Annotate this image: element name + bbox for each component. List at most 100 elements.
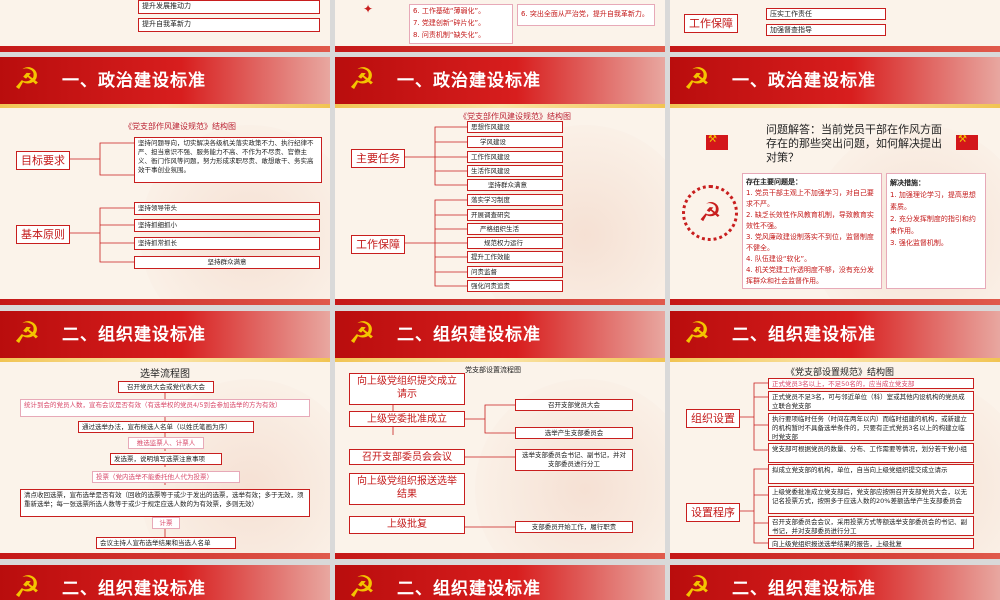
slide-election-flow[interactable]: ☭ 二、组织建设标准 选举流程图 召开党员大会或党代表大会 统计到会的党员人数，… [0, 311, 330, 559]
guarantee-2: 开展调查研究 [467, 209, 563, 221]
measure-1: 1. 加强理论学习，提高思想素质。 [890, 191, 976, 211]
slide-branch-setup-structure[interactable]: ☭ 二、组织建设标准 《党支部设置规范》结构图 组织设置 正式党员3名以上，不足… [670, 311, 1000, 559]
measure-3: 3. 强化监督机制。 [890, 239, 948, 247]
slide-title: 一、政治建设标准 [732, 71, 876, 91]
label-goal-requirements: 目标要求 [16, 151, 70, 170]
flow-step-4: 推选监票人、计票人 [128, 437, 204, 449]
procedure-4: 向上级党组织报送选举结果的报告，上级批复 [768, 538, 974, 549]
org-rule-2: 正式党员不足3名，可与邻近单位（科）室或其他内设机构的党员成立联合党支部 [768, 391, 974, 411]
measure-6: 6. 突出全面从严治党，提升自我革新力。 [521, 10, 649, 18]
guarantee-7: 强化问责追责 [467, 280, 563, 292]
guarantee-5: 提升工作效能 [467, 251, 563, 263]
slide-bottom-bar [670, 553, 1000, 559]
flow-step-5: 发选票，说明填写选票注意事项 [110, 453, 222, 465]
label-work-guarantee: 工作保障 [351, 235, 405, 254]
label-basic-principles: 基本原则 [16, 225, 70, 244]
guarantee-item-1: 压实工作责任 [766, 8, 886, 20]
emblem-icon: ✦ [363, 2, 374, 16]
guarantee-3: 严格组织生活 [467, 223, 563, 235]
setup-step-2: 上级党委批准成立 [349, 411, 465, 427]
slide-header: ☭ 二、组织建设标准 [335, 565, 665, 600]
hammer-sickle-icon: ☭ [348, 570, 376, 600]
party-flag-icon [706, 134, 728, 150]
principle-4: 坚持群众满意 [134, 256, 320, 269]
issues-title: 存在主要问题是： [746, 178, 802, 186]
setup-note-1: 召开支部党员大会 [515, 399, 633, 411]
hammer-sickle-icon: ☭ [683, 62, 711, 97]
question-title: 问题解答：当前党员干部在作风方面存在的那些突出问题，如何解决提出对策？ [766, 123, 942, 164]
slide-header: ☭ 二、组织建设标准 [670, 565, 1000, 600]
flow-step-6: 投票（党内选举不能委托他人代为投票） [92, 471, 240, 483]
setup-step-3: 召开支部委员会会议 [349, 449, 465, 465]
hammer-sickle-icon: ☭ [13, 570, 41, 600]
slide-top-middle[interactable]: ✦ 6. 工作基础“薄弱化”。 7. 党建创新“碎片化”。 8. 问责机制“缺失… [335, 0, 665, 52]
issue-3: 3. 党风廉政建设制落实不到位，监督制度不健全。 [746, 233, 874, 252]
star-ring-emblem: ☭ [682, 185, 738, 241]
gold-ribbon [670, 104, 1000, 108]
issue-5: 4. 机关党建工作透明度不够，没有充分发挥群众和社会监督作用。 [746, 266, 874, 285]
slide-bottom-bar [670, 299, 1000, 305]
procedure-1: 拟成立党支部的机构，单位，自当向上级党组织提交成立请示 [768, 464, 974, 484]
label-setup-procedure: 设置程序 [686, 503, 740, 522]
procedure-2: 上级党委批准成立党支部后，党支部应按照召开支部党员大会，以无记名投票方式，按照多… [768, 486, 974, 514]
flow-step-7: 清点收回选票，宣布选举是否有效（回收的选票等于或少于发出的选票，选举有效；多于无… [20, 489, 310, 517]
slide-bottom-right[interactable]: ☭ 二、组织建设标准 [670, 565, 1000, 600]
problem-7: 7. 党建创新“碎片化”。 [413, 19, 486, 27]
org-rule-1: 正式党员3名以上，不足50名的，应当成立党支部 [768, 378, 974, 389]
slide-top-right[interactable]: 工作保障 压实工作责任 加强督查指导 [670, 0, 1000, 52]
goal-text: 坚持问题导向，切实解决各级机关落实政策不力、执行纪律不严、担当意识不强、服务能力… [134, 137, 322, 183]
slide-title: 二、组织建设标准 [62, 579, 206, 599]
task-3: 工作作风建设 [467, 151, 563, 163]
setup-note-3: 选举支部委员会书记、副书记，并对支部委员进行分工 [515, 449, 633, 471]
guarantee-1: 落实学习制度 [467, 194, 563, 206]
slide-political-qa[interactable]: ☭ 一、政治建设标准 问题解答：当前党员干部在作风方面存在的那些突出问题，如何解… [670, 57, 1000, 305]
guarantee-6: 问责监督 [467, 266, 563, 278]
task-1: 思想作风建设 [467, 121, 563, 133]
slide-title: 二、组织建设标准 [397, 579, 541, 599]
task-4: 生活作风建设 [467, 165, 563, 177]
label-org-setup: 组织设置 [686, 409, 740, 428]
org-rule-4: 党支部可根据党员的数量、分布、工作需要等情况，划分若干党小组 [768, 443, 974, 463]
slide-bottom-left[interactable]: ☭ 二、组织建设标准 [0, 565, 330, 600]
task-5: 坚持群众满意 [467, 179, 563, 191]
hammer-sickle-icon: ☭ [683, 570, 711, 600]
setup-step-4: 向上级党组织报送选举结果 [349, 473, 465, 505]
goal-item-2: 提升自我革新力 [138, 18, 320, 32]
issue-2: 2. 缺乏长效性作风教育机制，导致教育实效性不强。 [746, 211, 874, 230]
measures-panel: 解决措施： 1. 加强理论学习，提高思想素质。 2. 充分发挥制度的指引和约束作… [886, 173, 986, 289]
slide-header: ☭ 二、组织建设标准 [0, 565, 330, 600]
issue-1: 1. 党员干部主观上不加强学习，对自己要求不严。 [746, 189, 874, 208]
guarantee-item-2: 加强督查指导 [766, 24, 886, 36]
org-rule-3: 执行要项临时任务（时间在两年以内）而临时组建的机构，或新建立的机构暂时不具备选举… [768, 413, 974, 441]
guarantee-4: 规范权力运行 [467, 237, 563, 249]
slide-bottom-bar [0, 299, 330, 305]
task-2: 学风建设 [467, 136, 563, 148]
label-work-guarantee: 工作保障 [684, 14, 738, 33]
label-main-tasks: 主要任务 [351, 149, 405, 168]
principle-1: 坚持领导带头 [134, 202, 320, 215]
problem-6: 6. 工作基础“薄弱化”。 [413, 7, 486, 15]
setup-note-4: 支部委员开始工作，履行职责 [515, 521, 633, 533]
slide-top-left[interactable]: 提升发展推动力 提升自我革新力 [0, 0, 330, 52]
slide-branch-setup-flow[interactable]: ☭ 二、组织建设标准 党支部设置流程图 向上级党组织提交成立请示 上级党委批准成… [335, 311, 665, 559]
slide-political-goal[interactable]: ☭ 一、政治建设标准 《党支部作风建设规范》结构图 目标要求 坚持问题导向，切实… [0, 57, 330, 305]
goal-item-1: 提升发展推动力 [138, 0, 320, 14]
flow-step-9: 会议主持人宣布选举结果和当选人名单 [96, 537, 236, 549]
slide-bottom-bar [0, 553, 330, 559]
procedure-3: 召开支部委员会会议，采用投票方式等额选举支部委员会的书记、副书记，并对支部委员进… [768, 516, 974, 536]
slide-political-tasks[interactable]: ☭ 一、政治建设标准 《党支部作风建设规范》结构图 主要任务 思想作风建设 学风… [335, 57, 665, 305]
setup-step-5: 上级批复 [349, 516, 465, 534]
slide-bottom-bar [335, 299, 665, 305]
principle-3: 坚持抓常抓长 [134, 237, 320, 250]
flow-step-1: 召开党员大会或党代表大会 [118, 381, 214, 393]
problem-list: 6. 工作基础“薄弱化”。 7. 党建创新“碎片化”。 8. 问责机制“缺失化”… [409, 4, 513, 44]
party-flag-icon [956, 134, 978, 150]
setup-step-1: 向上级党组织提交成立请示 [349, 373, 465, 405]
measure-2: 2. 充分发挥制度的指引和约束作用。 [890, 215, 976, 235]
flow-step-2: 统计到会的党员人数，宣布会议是否有效（有选举权的党员4/5到会参加选举的方为有效… [20, 399, 310, 417]
slide-bottom-middle[interactable]: ☭ 二、组织建设标准 [335, 565, 665, 600]
measure-list: 6. 突出全面从严治党，提升自我革新力。 [517, 4, 655, 26]
issue-4: 4. 队伍建设“软化”。 [746, 255, 812, 263]
flow-step-8: 计票 [152, 517, 180, 529]
problem-8: 8. 问责机制“缺失化”。 [413, 31, 486, 39]
